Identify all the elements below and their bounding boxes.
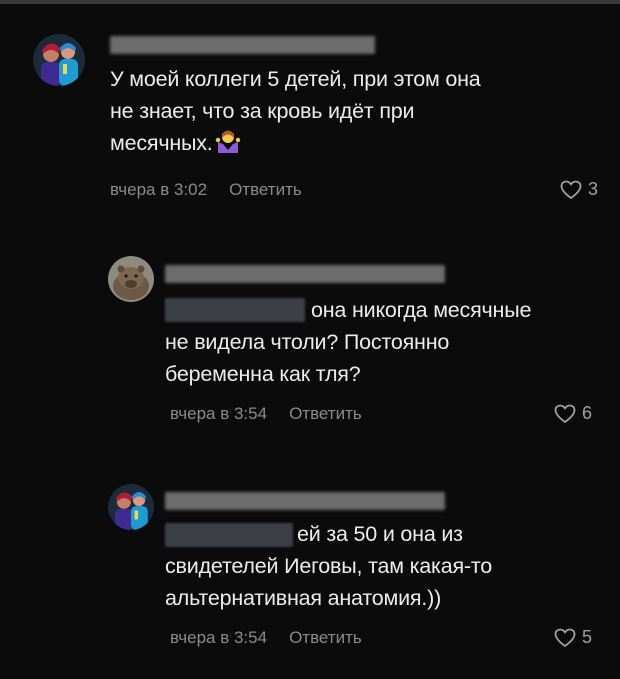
author-name-redacted bbox=[165, 492, 445, 510]
reply-comment: ей за 50 и она из свидетелей Иеговы, там… bbox=[0, 0, 620, 679]
avatar-two-people-icon bbox=[108, 484, 154, 530]
comment-line: альтернативная анатомия.)) bbox=[165, 586, 442, 610]
comment-meta: вчера в 3:54 Ответить bbox=[170, 628, 362, 648]
reply-button[interactable]: Ответить bbox=[289, 628, 362, 647]
avatar[interactable] bbox=[108, 484, 154, 530]
timestamp: вчера в 3:54 bbox=[170, 628, 268, 647]
comment-text: ей за 50 и она из свидетелей Иеговы, там… bbox=[165, 518, 492, 614]
comment-line: ей за 50 и она из bbox=[297, 522, 463, 546]
like-count: 5 bbox=[582, 627, 593, 647]
comment-line: свидетелей Иеговы, там какая-то bbox=[165, 554, 493, 578]
heart-icon bbox=[554, 628, 576, 647]
like-button[interactable]: 5 bbox=[554, 627, 592, 648]
